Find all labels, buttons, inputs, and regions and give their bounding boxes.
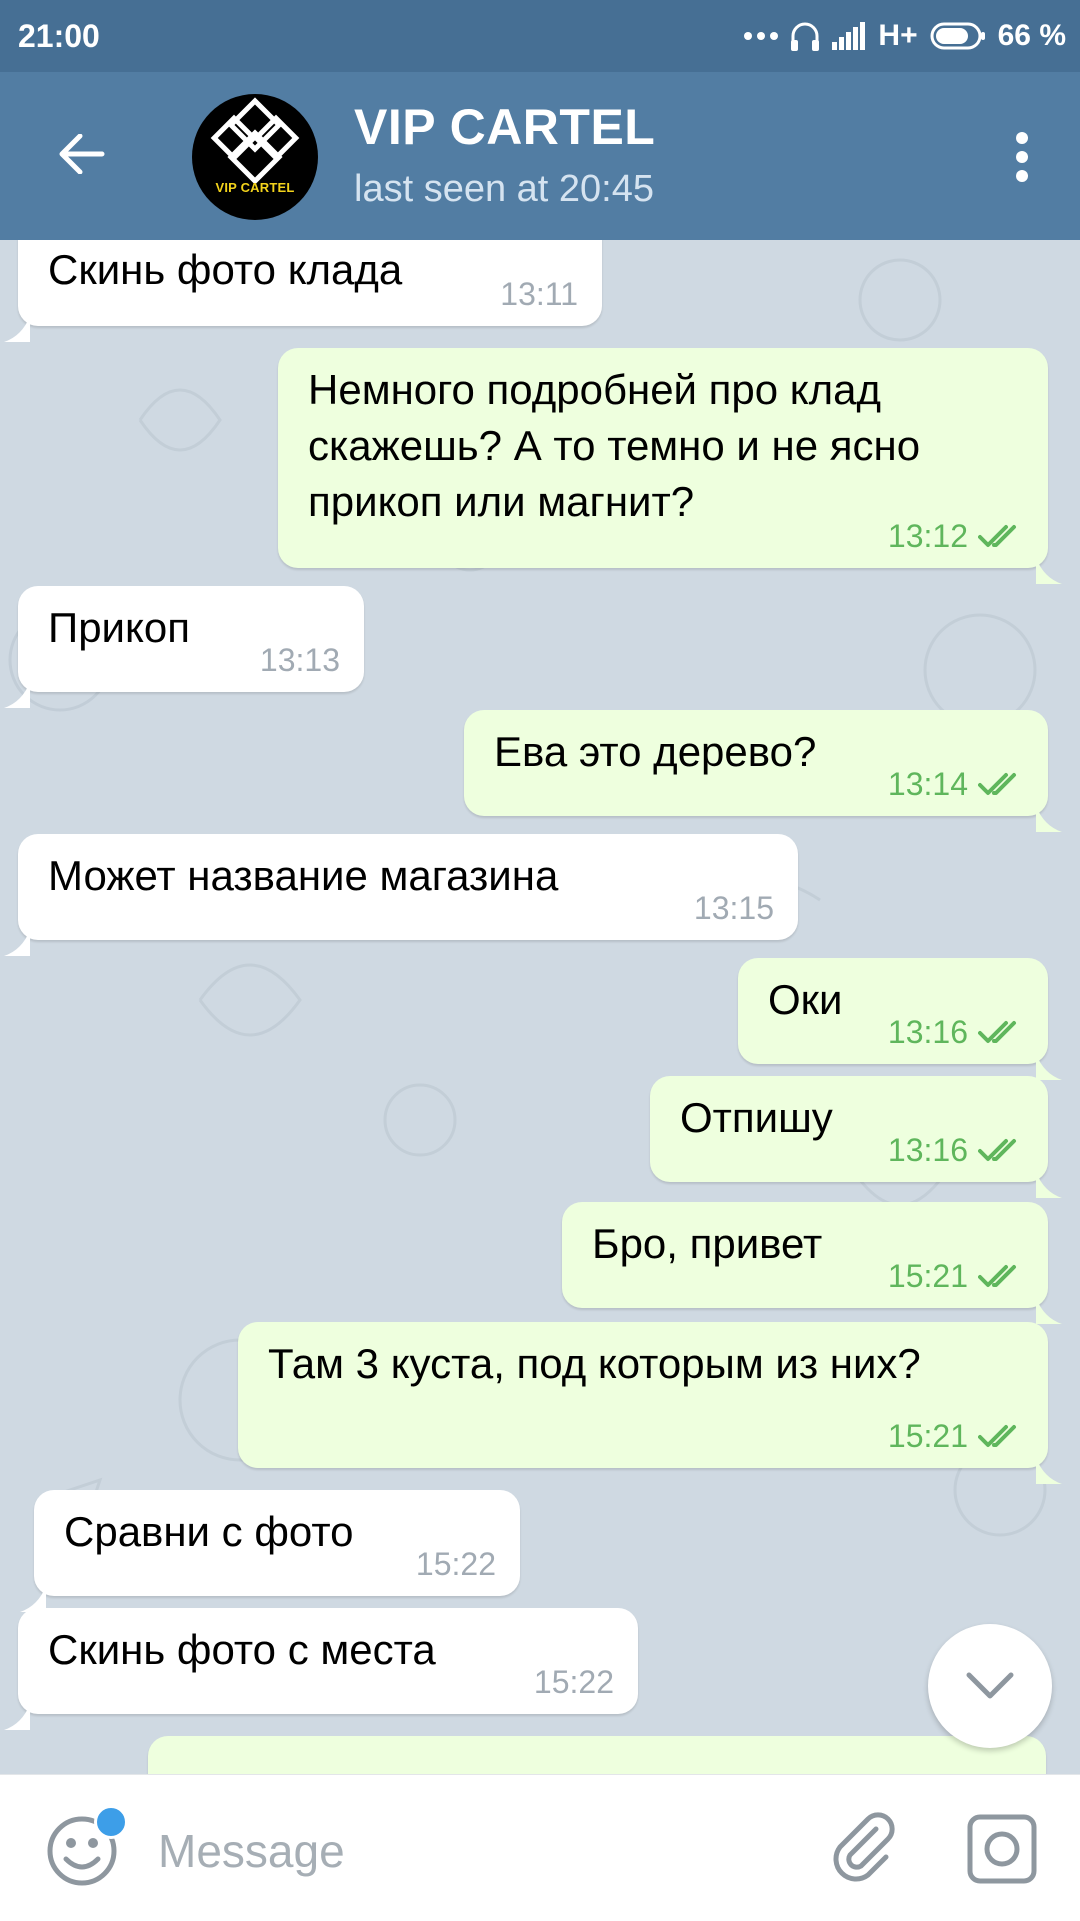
message-meta: 13:16 <box>888 1014 1024 1050</box>
chat-header: VIP CARTEL VIP CARTEL last seen at 20:45 <box>0 72 1080 240</box>
battery-level: 66 % <box>997 19 1066 52</box>
message-meta: 13:11 <box>500 276 578 312</box>
message-meta: 13:15 <box>694 890 774 926</box>
incoming-message-bubble[interactable]: Скинь фото с места 15:22 <box>4 1608 638 1730</box>
status-time: 21:00 <box>18 18 100 54</box>
bubble-tail <box>4 300 30 342</box>
incoming-message-bubble[interactable]: Скинь фото клада 13:11 <box>4 240 602 342</box>
back-button[interactable] <box>46 118 118 190</box>
message-time: 13:11 <box>500 276 578 312</box>
attach-button[interactable] <box>826 1811 902 1887</box>
outgoing-message-bubble[interactable]: Немного подробней про клад скажешь? А то… <box>278 348 1062 584</box>
outgoing-message-bubble[interactable]: Бро, привет 15:21 <box>562 1202 1062 1324</box>
incoming-message-bubble[interactable]: Прикоп 13:13 <box>4 586 364 708</box>
incoming-message-bubble[interactable]: Может название магазина 13:15 <box>4 834 798 956</box>
message-time: 15:21 <box>887 1258 968 1294</box>
message-meta: 13:13 <box>260 642 340 678</box>
message-time: 15:22 <box>415 1546 496 1582</box>
chat-area[interactable]: Скинь фото клада 13:11 Немного подробней п… <box>0 240 1080 1774</box>
more-menu-button[interactable] <box>992 122 1052 192</box>
message-input[interactable] <box>156 1815 780 1887</box>
last-seen-status: last seen at 20:45 <box>354 168 654 210</box>
chevron-down-icon <box>966 1672 1014 1699</box>
avatar[interactable]: VIP CARTEL <box>192 94 318 220</box>
message-time: 13:15 <box>693 890 774 926</box>
battery-icon <box>930 22 986 50</box>
more-vert-icon <box>1016 132 1028 182</box>
attach-icon <box>833 1812 895 1882</box>
outgoing-message-bubble[interactable]: Отпишу 13:16 <box>650 1076 1062 1198</box>
message-time: 13:14 <box>887 766 968 802</box>
incoming-message-bubble[interactable]: Сравни с фото 15:22 <box>20 1490 520 1612</box>
double-check-icon <box>978 1425 1016 1447</box>
message-time: 15:21 <box>887 1418 968 1454</box>
message-meta: 13:16 <box>888 1132 1024 1168</box>
network-type: H+ <box>878 19 918 52</box>
bubble-tail <box>4 1688 30 1730</box>
message-meta: 15:22 <box>534 1664 614 1700</box>
outgoing-message-bubble[interactable]: Ева это дерево? 13:14 <box>464 710 1062 832</box>
message-meta: 13:14 <box>888 766 1024 802</box>
message-time: 15:22 <box>533 1664 614 1700</box>
headphones-icon <box>790 20 820 52</box>
bubble-tail <box>1036 1156 1062 1198</box>
camera-button[interactable] <box>964 1811 1040 1887</box>
double-check-icon <box>978 1021 1016 1043</box>
camera-icon <box>967 1814 1037 1884</box>
bubble-tail <box>20 1570 46 1612</box>
message-time: 13:16 <box>887 1014 968 1050</box>
message-time: 13:16 <box>887 1132 968 1168</box>
double-check-icon <box>978 525 1016 547</box>
chat-title[interactable]: VIP CARTEL <box>354 98 655 156</box>
cartel-logo-icon <box>210 97 300 185</box>
message-text: Может название магазина <box>48 852 559 899</box>
more-dots-icon <box>744 31 779 41</box>
message-text: Скинь фото с места <box>48 1626 436 1673</box>
message-time: 13:12 <box>887 518 968 554</box>
scroll-down-button[interactable] <box>928 1624 1052 1748</box>
double-check-icon <box>978 1139 1016 1161</box>
bubble-tail <box>4 666 30 708</box>
outgoing-message-bubble[interactable]: Там 3 куста, под которым из них? 15:21 <box>238 1322 1062 1484</box>
message-text: Там 3 куста, под которым из них? <box>268 1340 921 1387</box>
message-input-bar <box>0 1774 1080 1921</box>
bubble-tail <box>1036 1038 1062 1080</box>
signal-icon <box>832 22 866 50</box>
double-check-icon <box>978 1265 1016 1287</box>
notification-dot <box>94 1805 128 1839</box>
bubble-tail <box>1036 542 1062 584</box>
message-text: Скинь фото клада <box>48 246 403 293</box>
bubble-tail <box>1036 1282 1062 1324</box>
bubble-tail <box>4 914 30 956</box>
message-text: Немного подробней про клад скажешь? А то… <box>308 366 921 525</box>
bubble-tail <box>1036 1442 1062 1484</box>
bubble-tail <box>1036 790 1062 832</box>
status-bar: 21:00 H+ 66 % <box>0 0 1080 72</box>
message-time: 13:13 <box>259 642 340 678</box>
status-icons: H+ 66 % <box>744 16 1066 56</box>
message-meta: 15:22 <box>416 1546 496 1582</box>
message-meta: 13:12 <box>888 518 1024 554</box>
double-check-icon <box>978 773 1016 795</box>
outgoing-message-bubble[interactable]: Оки 13:16 <box>738 958 1062 1080</box>
back-arrow-icon <box>59 134 105 174</box>
message-meta: 15:21 <box>888 1418 1024 1454</box>
message-meta: 15:21 <box>888 1258 1024 1294</box>
avatar-label: VIP CARTEL <box>215 180 295 195</box>
